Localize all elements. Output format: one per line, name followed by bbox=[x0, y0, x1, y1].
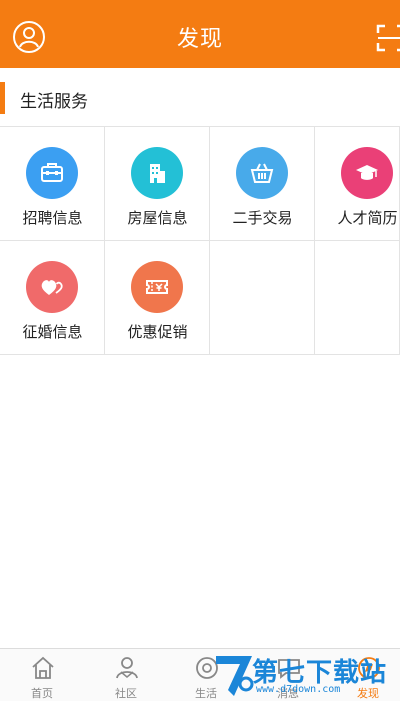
section-title: 生活服务 bbox=[20, 92, 88, 112]
tab-label: 社区 bbox=[115, 687, 137, 700]
home-icon bbox=[32, 656, 54, 679]
service-resume[interactable]: 人才简历 bbox=[315, 127, 400, 241]
basket-icon bbox=[250, 163, 274, 183]
section-accent-bar bbox=[0, 82, 5, 114]
community-icon bbox=[116, 657, 138, 679]
scan-icon bbox=[376, 24, 400, 52]
building-icon bbox=[150, 164, 165, 183]
service-label: 人才简历 bbox=[337, 209, 398, 227]
watermark-url: www.d7down.com bbox=[256, 684, 341, 695]
service-icon-bg bbox=[131, 147, 183, 199]
service-label: 优惠促销 bbox=[127, 323, 188, 341]
service-secondhand[interactable]: 二手交易 bbox=[210, 127, 315, 241]
service-housing[interactable]: 房屋信息 bbox=[105, 127, 210, 241]
service-recruitment[interactable]: 招聘信息 bbox=[0, 127, 105, 241]
service-icon-bg bbox=[341, 147, 393, 199]
service-label: 招聘信息 bbox=[22, 209, 83, 227]
watermark-logo-icon bbox=[216, 656, 254, 696]
coupon-icon bbox=[146, 280, 168, 294]
service-icon-bg bbox=[26, 261, 78, 313]
service-matchmaking[interactable]: 征婚信息 bbox=[0, 241, 105, 355]
service-label: 房屋信息 bbox=[127, 209, 188, 227]
service-promotion[interactable]: 优惠促销 bbox=[105, 241, 210, 355]
watermark: 第七下载站 www.d7down.com bbox=[212, 650, 398, 700]
briefcase-icon bbox=[41, 163, 63, 182]
page-title: 发现 bbox=[176, 27, 223, 52]
tab-community[interactable]: 社区 bbox=[86, 649, 166, 701]
section-header: 生活服务 bbox=[0, 80, 400, 116]
service-icon-bg bbox=[131, 261, 183, 313]
scan-button[interactable] bbox=[376, 24, 400, 52]
service-icon-bg bbox=[26, 147, 78, 199]
service-grid: 招聘信息 房屋信息 二手交易 人才简历 征婚信息 优惠促销 bbox=[0, 126, 400, 357]
tab-label: 首页 bbox=[31, 687, 53, 700]
tab-home[interactable]: 首页 bbox=[2, 649, 82, 701]
graduation-cap-icon bbox=[356, 165, 378, 180]
service-label: 征婚信息 bbox=[22, 323, 83, 341]
service-icon-bg bbox=[236, 147, 288, 199]
header-bar: 发现 bbox=[0, 6, 400, 68]
hearts-icon bbox=[41, 280, 63, 295]
service-label: 二手交易 bbox=[232, 209, 293, 227]
service-empty-slot bbox=[315, 241, 400, 355]
service-empty-slot bbox=[210, 241, 315, 355]
